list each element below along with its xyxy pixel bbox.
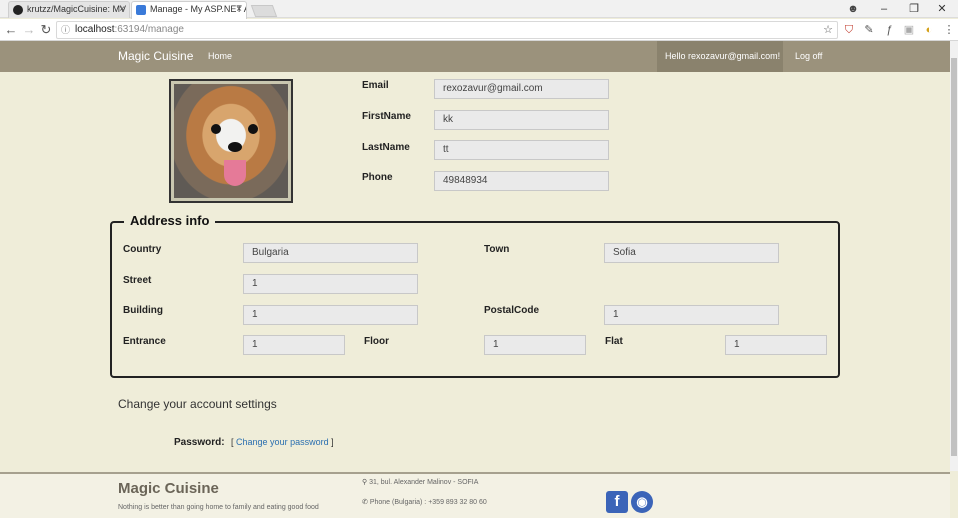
tab-title: Manage - My ASP.NET A [150,4,247,14]
map-marker-icon: ⚲ [362,479,368,486]
forward-arrow-icon[interactable]: → [20,19,38,41]
phone-label: Phone [362,172,393,183]
footer-phone-row: ✆ Phone (Bulgaria) : +359 893 32 80 60 [362,498,487,506]
floor-label: Floor [364,336,389,347]
dog-tongue [224,160,246,186]
footer-address-row: ⚲ 31, bul. Alexander Malinov - SOFIA [362,478,478,486]
tab-title: krutzz/MagicCuisine: MV [27,4,127,14]
entrance-field[interactable]: 1 [243,335,345,355]
moon-extension-icon[interactable]: ◐ [922,23,936,37]
profile-icon[interactable]: ☻ [846,2,860,16]
firstname-label: FirstName [362,111,411,122]
url-path: :63194/manage [114,24,184,35]
facebook-icon[interactable]: f [606,491,628,513]
bracket-close: ] [331,437,334,447]
browser-tab-manage[interactable]: Manage - My ASP.NET A × [131,1,247,19]
building-label: Building [123,305,163,316]
country-field[interactable]: Bulgaria [243,243,418,263]
phone-icon: ✆ [362,499,368,506]
change-password-link[interactable]: Change your password [236,437,329,447]
email-field[interactable]: rexozavur@gmail.com [434,79,609,99]
entrance-label: Entrance [123,336,166,347]
browser-menu-icon[interactable]: ⋮ [942,23,956,37]
town-field[interactable]: Sofia [604,243,779,263]
github-favicon-icon [13,5,23,15]
town-label: Town [484,244,510,255]
bracket-open: [ [231,437,234,447]
lastname-label: LastName [362,142,410,153]
footer-address: 31, bul. Alexander Malinov - SOFIA [369,479,479,486]
floor-field[interactable]: 1 [484,335,586,355]
new-tab-button[interactable] [250,5,278,17]
building-field[interactable]: 1 [243,305,418,325]
browser-tab-github[interactable]: krutzz/MagicCuisine: MV × [8,1,130,18]
restore-button[interactable]: ❐ [900,0,928,18]
scrollbar-thumb[interactable] [951,58,957,456]
pdf-extension-icon[interactable]: ▣ [902,23,916,37]
postalcode-field[interactable]: 1 [604,305,779,325]
dog-eye-right [248,124,258,134]
footer-phone: Phone (Bulgaria) : +359 893 32 80 60 [369,499,487,506]
bookmark-star-icon[interactable]: ☆ [823,22,833,38]
minimize-button[interactable]: – [870,0,898,18]
function-extension-icon[interactable]: ƒ [882,23,896,37]
eyedropper-extension-icon[interactable]: ✎ [862,23,876,37]
country-label: Country [123,244,162,255]
hello-user-link[interactable]: Hello rexozavur@gmail.com! [665,51,780,61]
flat-field[interactable]: 1 [725,335,827,355]
email-label: Email [362,80,389,91]
dog-eye-left [211,124,221,134]
brand-link[interactable]: Magic Cuisine [118,49,193,63]
password-label: Password: [174,437,225,448]
postalcode-label: PostalCode [484,305,540,316]
page-favicon-icon [136,5,146,15]
street-field[interactable]: 1 [243,274,418,294]
close-window-button[interactable]: ✕ [928,0,956,18]
flat-label: Flat [605,336,623,347]
firstname-field[interactable]: kk [434,110,609,130]
logoff-link[interactable]: Log off [795,51,822,61]
info-icon[interactable]: ⓘ [61,22,70,38]
back-arrow-icon[interactable]: ← [2,19,20,41]
url-host: localhost [75,24,115,35]
dog-nose [228,142,242,152]
shield-extension-icon[interactable]: ⛉ [842,23,856,37]
footer-tagline: Nothing is better than going home to fam… [118,504,319,511]
dog-photo [174,84,288,198]
close-tab-icon[interactable]: × [119,2,125,17]
phone-field[interactable]: 49848934 [434,171,609,191]
change-password-row: [ Change your password ] [231,437,334,447]
footer-brand: Magic Cuisine [118,480,219,497]
lastname-field[interactable]: tt [434,140,609,160]
nav-home-link[interactable]: Home [208,51,232,61]
street-label: Street [123,275,152,286]
close-tab-icon[interactable]: × [236,2,242,17]
address-bar[interactable]: ⓘ localhost:63194/manage ☆ [56,21,838,39]
github-icon[interactable]: ◉ [631,491,653,513]
address-legend: Address info [124,213,216,228]
avatar [169,79,293,203]
settings-heading: Change your account settings [118,397,277,411]
reload-icon[interactable]: ↻ [37,19,55,41]
